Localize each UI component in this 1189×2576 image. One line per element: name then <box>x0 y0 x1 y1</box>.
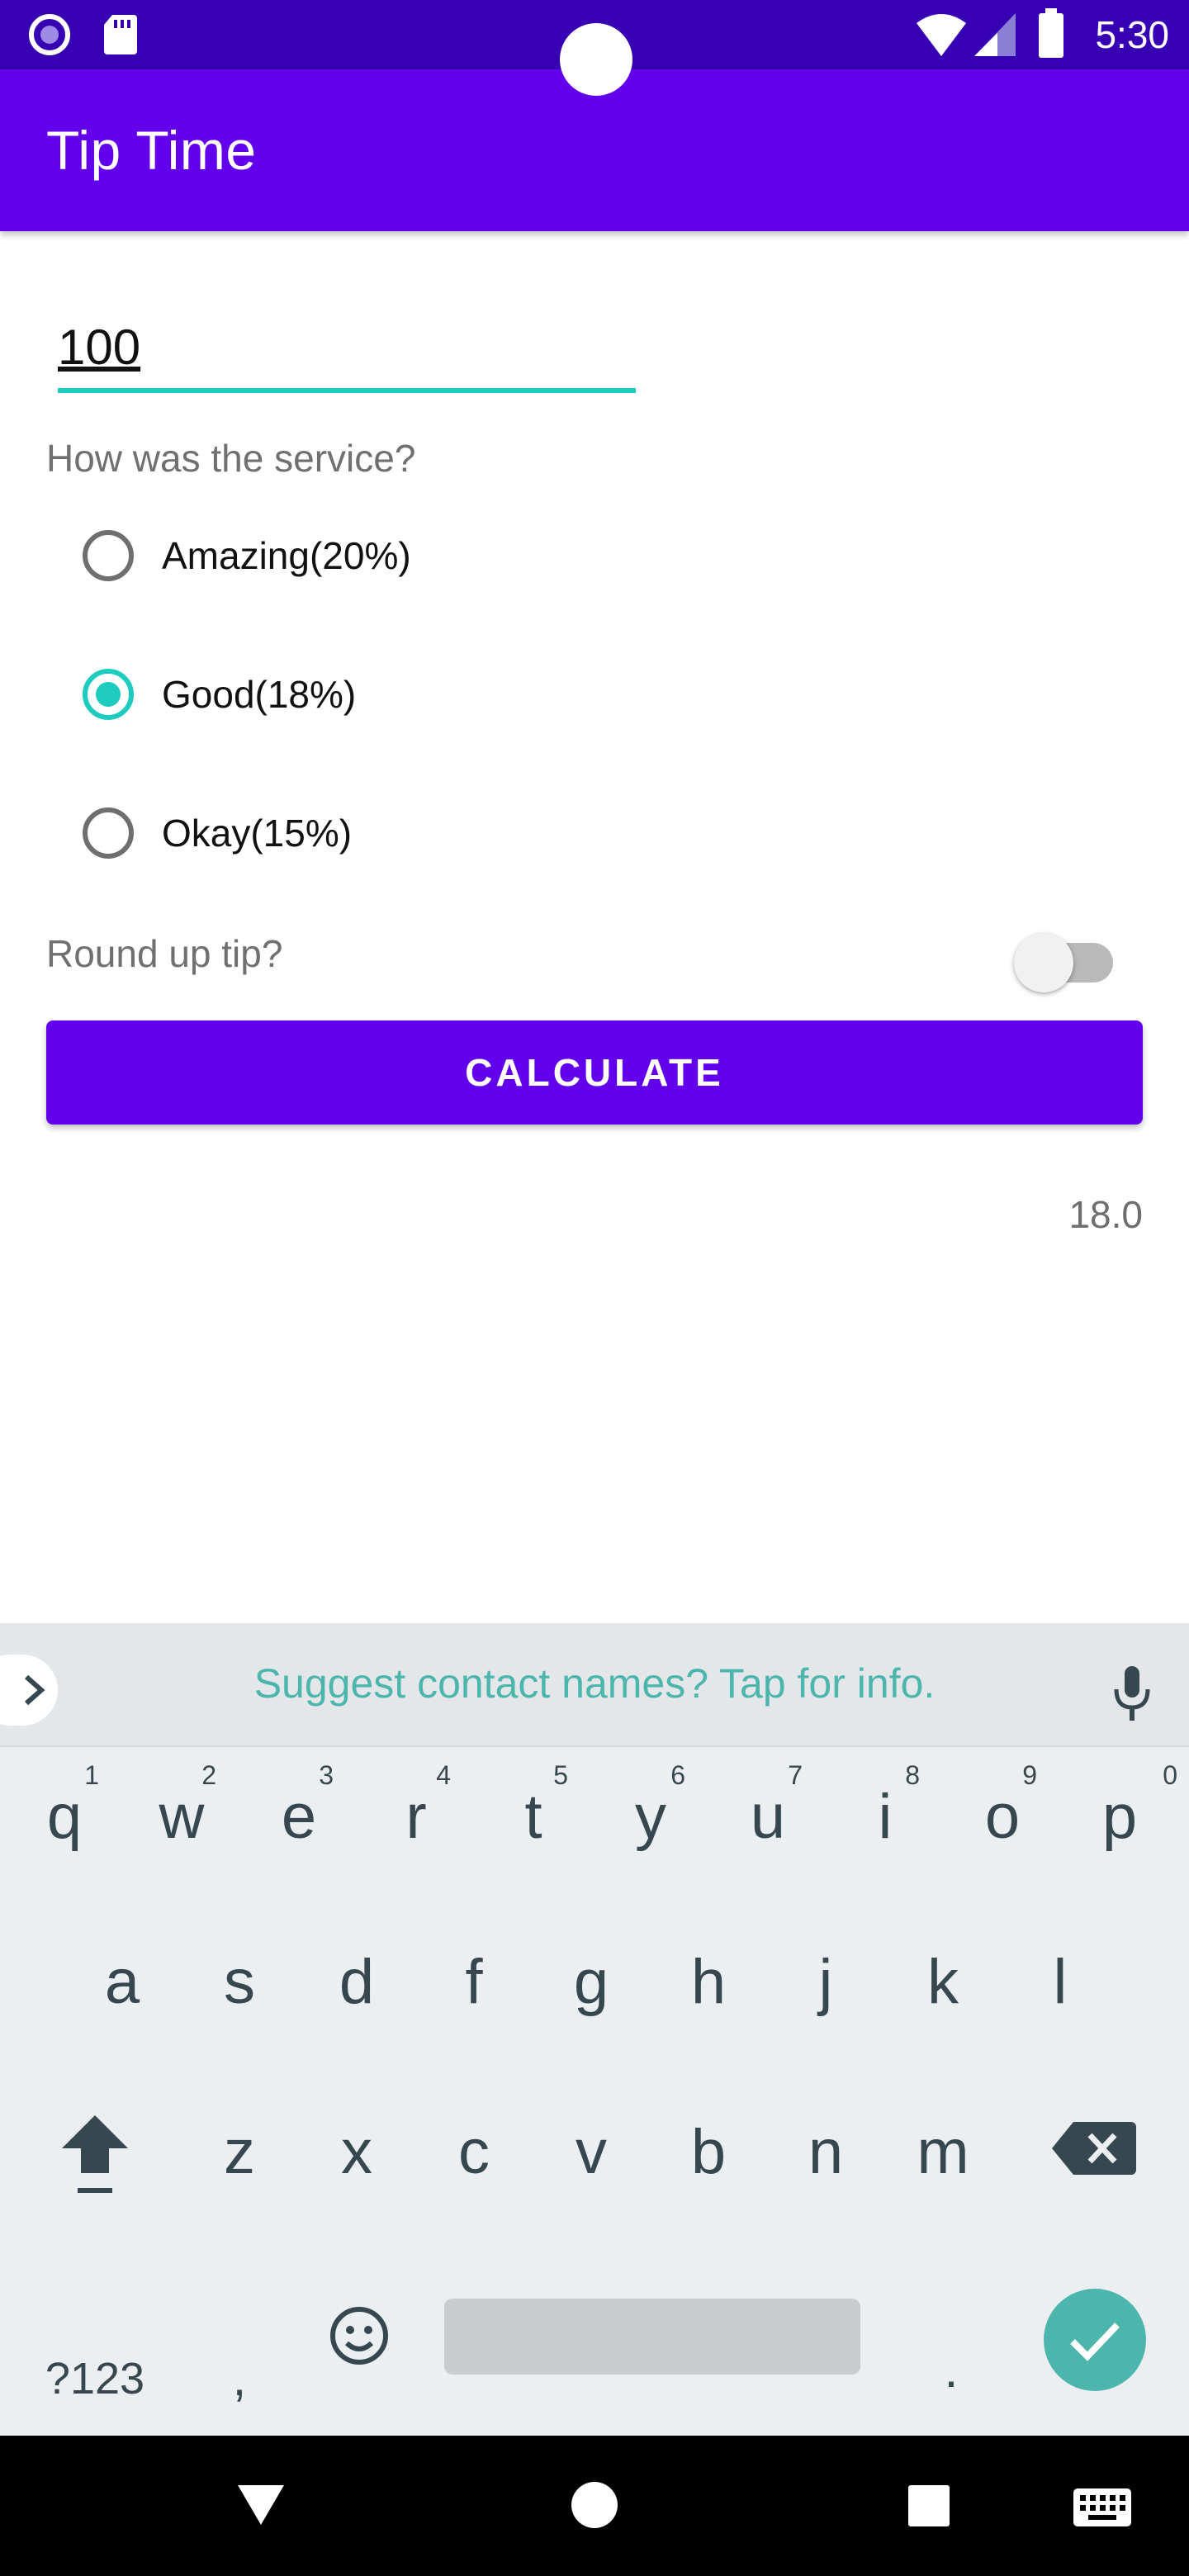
round-up-label: Round up tip? <box>46 932 283 975</box>
camera-cutout <box>560 23 632 96</box>
radio-button-unchecked[interactable] <box>83 530 134 581</box>
keyboard: Suggest contact names? Tap for info. q1 … <box>0 1623 1189 2436</box>
key-o[interactable]: o9 <box>945 1747 1060 1887</box>
key-c[interactable]: c <box>416 2082 532 2223</box>
app-title: Tip Time <box>46 120 257 181</box>
key-q[interactable]: q1 <box>7 1747 122 1887</box>
recents-icon[interactable] <box>907 2484 951 2528</box>
done-key[interactable] <box>1044 2289 1146 2391</box>
key-k[interactable]: k <box>885 1912 1001 2053</box>
suggestion-text[interactable]: Suggest contact names? Tap for info. <box>0 1660 1189 1707</box>
key-t[interactable]: t5 <box>476 1747 591 1887</box>
radio-label: Amazing(20%) <box>162 534 411 577</box>
radio-okay[interactable]: Okay(15%) <box>83 788 661 878</box>
comma-key[interactable]: , <box>190 2325 289 2432</box>
status-time: 5:30 <box>1095 13 1169 56</box>
key-h[interactable]: h <box>651 1912 766 2053</box>
key-b[interactable]: b <box>651 2082 766 2223</box>
key-r[interactable]: r4 <box>358 1747 474 1887</box>
key-a[interactable]: a <box>64 1912 180 2053</box>
sd-card-icon <box>104 15 137 54</box>
service-question: How was the service? <box>46 437 416 480</box>
key-z[interactable]: z <box>182 2082 297 2223</box>
key-p[interactable]: p0 <box>1062 1747 1177 1887</box>
back-icon[interactable] <box>234 2482 287 2528</box>
tip-result: 18.0 <box>1068 1193 1143 1236</box>
key-f[interactable]: f <box>416 1912 532 2053</box>
home-icon[interactable] <box>570 2480 619 2530</box>
backspace-key[interactable] <box>1049 2115 1139 2181</box>
battery-icon <box>1039 8 1063 58</box>
check-icon <box>1070 2323 1120 2361</box>
key-v[interactable]: v <box>533 2082 649 2223</box>
key-s[interactable]: s <box>182 1912 297 2053</box>
key-w[interactable]: w2 <box>124 1747 239 1887</box>
shift-key[interactable] <box>41 2107 149 2206</box>
radio-button-checked[interactable] <box>83 669 134 720</box>
signal-icon <box>974 13 1016 56</box>
record-icon <box>29 14 70 55</box>
emoji-icon[interactable] <box>322 2299 396 2373</box>
key-m[interactable]: m <box>885 2082 1001 2223</box>
radio-label: Good(18%) <box>162 673 357 716</box>
keyboard-switch-icon[interactable] <box>1072 2487 1133 2528</box>
key-y[interactable]: y6 <box>593 1747 708 1887</box>
radio-label: Okay(15%) <box>162 812 353 855</box>
calculate-button[interactable]: CALCULATE <box>46 1020 1143 1125</box>
key-u[interactable]: u7 <box>710 1747 826 1887</box>
suggestion-bar: Suggest contact names? Tap for info. <box>0 1623 1189 1747</box>
key-i[interactable]: i8 <box>827 1747 943 1887</box>
key-e[interactable]: e3 <box>241 1747 357 1887</box>
shift-icon <box>62 2115 128 2193</box>
round-up-switch-thumb[interactable] <box>1014 933 1073 992</box>
radio-button-unchecked[interactable] <box>83 807 134 859</box>
key-g[interactable]: g <box>533 1912 649 2053</box>
radio-good[interactable]: Good(18%) <box>83 649 661 740</box>
backspace-icon <box>1052 2122 1136 2175</box>
wifi-icon <box>917 14 966 56</box>
key-d[interactable]: d <box>299 1912 414 2053</box>
microphone-icon[interactable] <box>1111 1664 1153 1722</box>
radio-amazing[interactable]: Amazing(20%) <box>83 510 661 601</box>
key-l[interactable]: l <box>1002 1912 1118 2053</box>
key-n[interactable]: n <box>768 2082 883 2223</box>
period-key[interactable]: . <box>902 2325 1001 2432</box>
key-x[interactable]: x <box>299 2082 414 2223</box>
space-key[interactable] <box>444 2299 860 2375</box>
key-j[interactable]: j <box>768 1912 883 2053</box>
symbols-key[interactable]: ?123 <box>0 2325 190 2432</box>
cost-of-service-input[interactable] <box>58 305 636 393</box>
navigation-bar <box>0 2436 1189 2576</box>
